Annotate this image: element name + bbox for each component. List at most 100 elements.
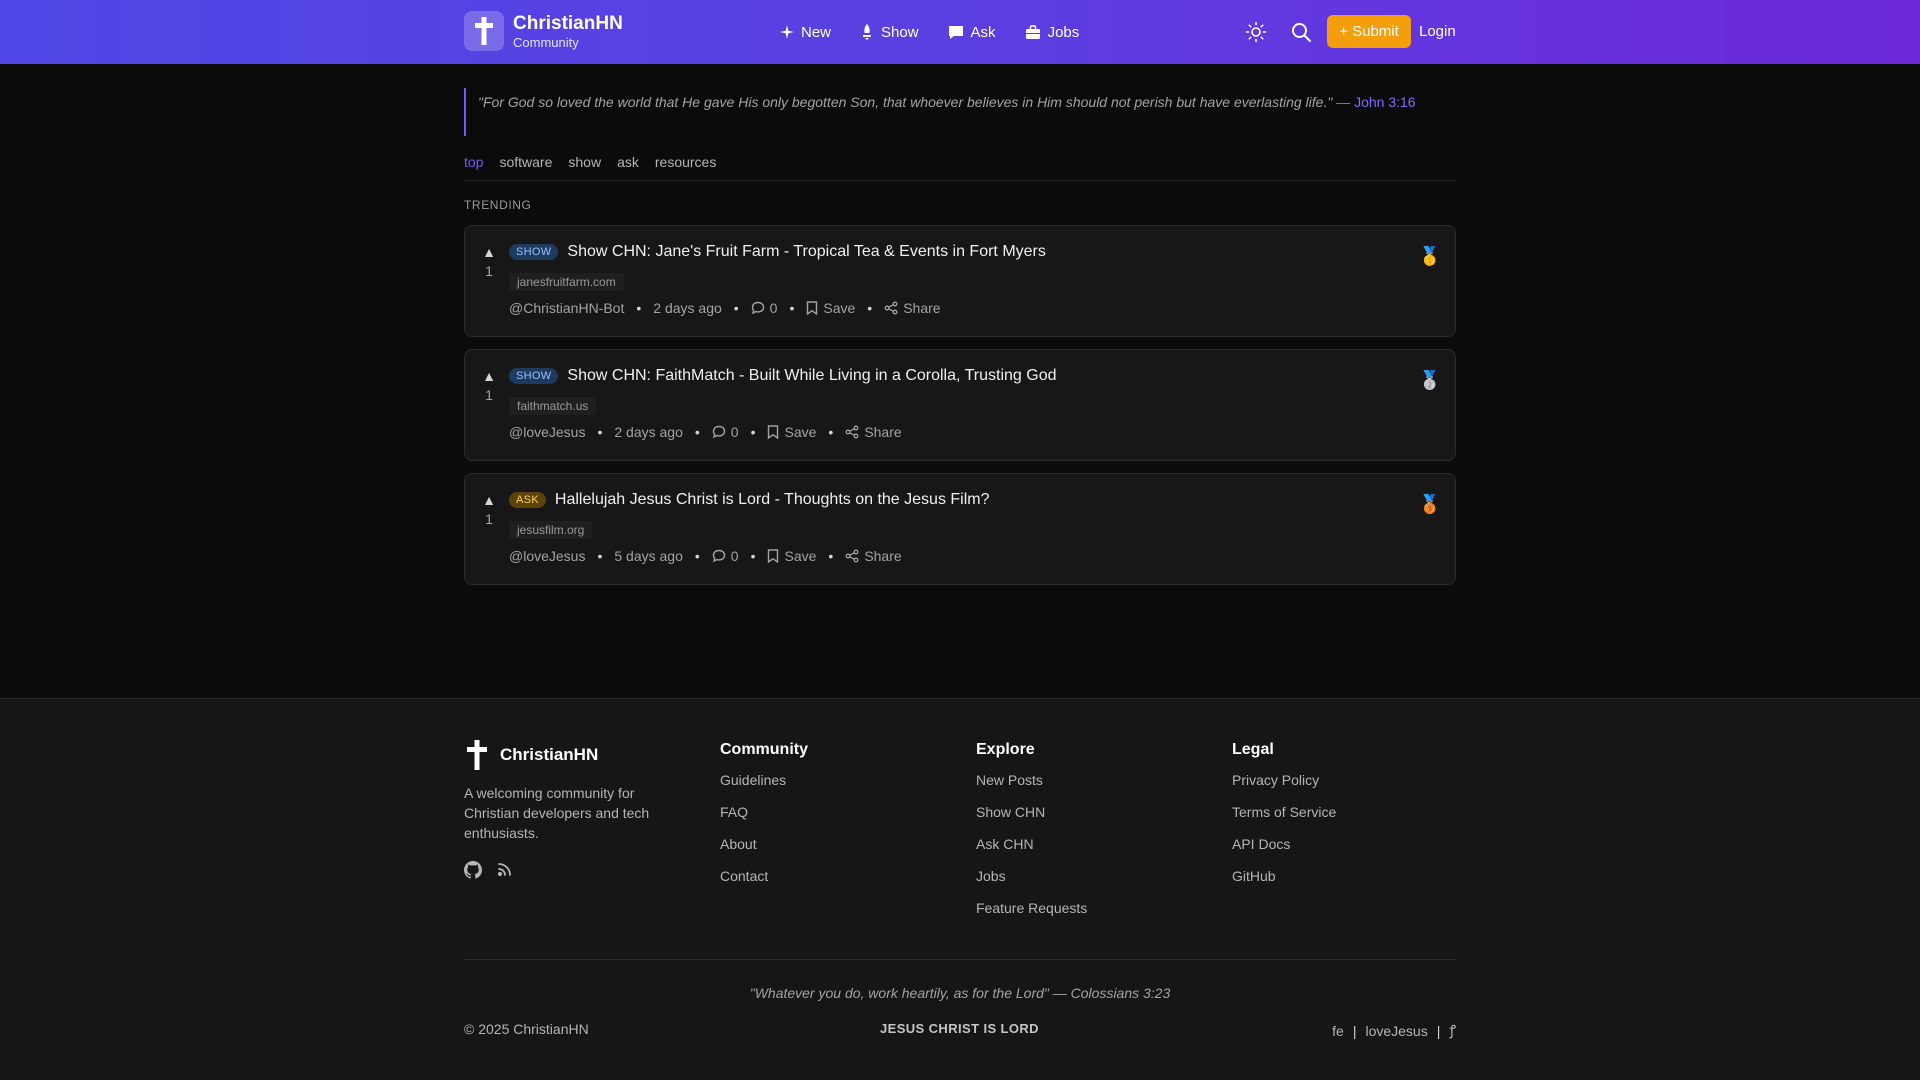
post-time: 5 days ago [614,548,683,564]
post-title-link[interactable]: Show CHN: Jane's Fruit Farm - Tropical T… [567,243,1045,261]
post-author[interactable]: @ChristianHN-Bot [509,300,624,316]
footer-link-lovejesus[interactable]: loveJesus [1365,1023,1427,1039]
bronze-medal-icon: 🥉 [1418,494,1441,514]
comments-button[interactable]: 0 [712,424,739,440]
rocket-icon [860,24,881,40]
save-button[interactable]: Save [767,548,816,564]
post-author[interactable]: @loveJesus [509,548,585,564]
submit-button[interactable]: + Submit [1327,15,1411,48]
login-link[interactable]: Login [1419,23,1456,40]
nav-jobs[interactable]: Jobs [1025,23,1080,41]
comments-button[interactable]: 0 [712,548,739,564]
footer-social-links [464,861,528,879]
footer-separator: | [1436,1022,1441,1039]
vote-count: 1 [485,263,493,279]
footer-link-new-posts[interactable]: New Posts [976,770,1087,790]
post-meta: @loveJesus • 2 days ago • 0 • Save • Sha… [509,424,902,440]
theme-toggle-button[interactable] [1245,21,1267,43]
comments-button[interactable]: 0 [751,300,778,316]
footer-link-privacy-policy[interactable]: Privacy Policy [1232,770,1336,790]
bookmark-icon [806,301,823,315]
site-footer: ChristianHN A welcoming community for Ch… [0,698,1920,1080]
cross-icon [464,739,490,771]
post-type-badge: SHOW [509,244,559,260]
meta-separator: • [867,300,873,316]
github-icon[interactable] [464,861,482,879]
nav-new[interactable]: New [780,24,831,41]
main-nav: New Show Ask Jobs [780,0,1108,64]
footer-proclamation: JESUS CHRIST IS LORD [880,1021,1039,1036]
footer-link-terms-of-service[interactable]: Terms of Service [1232,802,1336,822]
footer-column-title: Explore [976,741,1035,758]
footer-link-jobs[interactable]: Jobs [976,866,1087,886]
footer-link-github[interactable]: GitHub [1232,866,1336,886]
verse-reference[interactable]: — John 3:16 [1336,94,1415,110]
share-label: Share [903,300,941,316]
bookmark-icon [767,549,784,563]
footer-column-title: Community [720,741,808,758]
tab-resources[interactable]: resources [655,153,716,171]
footer-link-guidelines[interactable]: Guidelines [720,770,808,790]
share-label: Share [864,424,902,440]
footer-link-contact[interactable]: Contact [720,866,808,886]
save-button[interactable]: Save [806,300,855,316]
upvote-icon[interactable]: ▲ [479,244,499,260]
sparkle-icon [780,25,801,39]
post-title-link[interactable]: Hallelujah Jesus Christ is Lord - Though… [555,491,990,509]
meta-separator: • [733,300,739,316]
nav-show[interactable]: Show [860,24,919,41]
brand-logo-link[interactable]: ChristianHN Community [464,11,623,51]
post-author[interactable]: @loveJesus [509,424,585,440]
brand-name: ChristianHN [513,12,623,34]
category-tabs: top software show ask resources [464,153,1456,181]
post-card: ▲ 1 ASK Hallelujah Jesus Christ is Lord … [464,473,1456,585]
gold-medal-icon: 🥇 [1418,246,1441,266]
footer-link-faq[interactable]: FAQ [720,802,808,822]
footer-link-ask-chn[interactable]: Ask CHN [976,834,1087,854]
footer-description: A welcoming community for Christian deve… [464,785,650,841]
share-icon [845,549,864,563]
footer-divider [464,959,1456,960]
footer-link-feature-requests[interactable]: Feature Requests [976,898,1087,918]
share-button[interactable]: Share [845,548,902,564]
footer-column-community: Community Guidelines FAQ About Contact [720,741,808,898]
nav-new-label: New [801,23,832,41]
post-meta: @ChristianHN-Bot • 2 days ago • 0 • Save… [509,300,941,316]
nav-ask[interactable]: Ask [948,24,996,41]
share-button[interactable]: Share [845,424,902,440]
meta-separator: • [828,548,834,564]
footer-link-about[interactable]: About [720,834,808,854]
post-title-link[interactable]: Show CHN: FaithMatch - Built While Livin… [567,367,1056,385]
vote-box: ▲ 1 [479,492,499,528]
meta-separator: • [750,424,756,440]
upvote-icon[interactable]: ▲ [479,368,499,384]
search-button[interactable] [1290,21,1312,43]
tab-ask[interactable]: ask [617,153,639,171]
nav-show-label: Show [881,23,919,41]
post-domain[interactable]: faithmatch.us [509,397,597,415]
vote-box: ▲ 1 [479,244,499,280]
save-button[interactable]: Save [767,424,816,440]
section-heading-trending: TRENDING [464,198,532,212]
tab-software[interactable]: software [499,153,552,171]
post-domain[interactable]: janesfruitfarm.com [509,273,624,291]
footer-link-show-chn[interactable]: Show CHN [976,802,1087,822]
nav-jobs-label: Jobs [1047,23,1080,41]
footer-link-api-docs[interactable]: API Docs [1232,834,1336,854]
post-type-badge: SHOW [509,368,559,384]
tab-show[interactable]: show [568,153,601,171]
upvote-icon[interactable]: ▲ [479,492,499,508]
post-card: ▲ 1 SHOW Show CHN: Jane's Fruit Farm - T… [464,225,1456,337]
share-button[interactable]: Share [884,300,941,316]
meta-separator: • [597,424,603,440]
rss-icon[interactable] [497,861,513,879]
footer-link-fe[interactable]: fe [1332,1023,1344,1039]
chat-icon [948,25,971,40]
meta-separator: • [694,424,700,440]
post-domain[interactable]: jesusfilm.org [509,521,593,539]
comment-count: 0 [769,300,778,316]
meta-separator: • [828,424,834,440]
tab-top[interactable]: top [464,153,483,171]
footer-link-glyph[interactable]: ꝭ [1449,1021,1456,1040]
footer-column-title: Legal [1232,741,1274,758]
